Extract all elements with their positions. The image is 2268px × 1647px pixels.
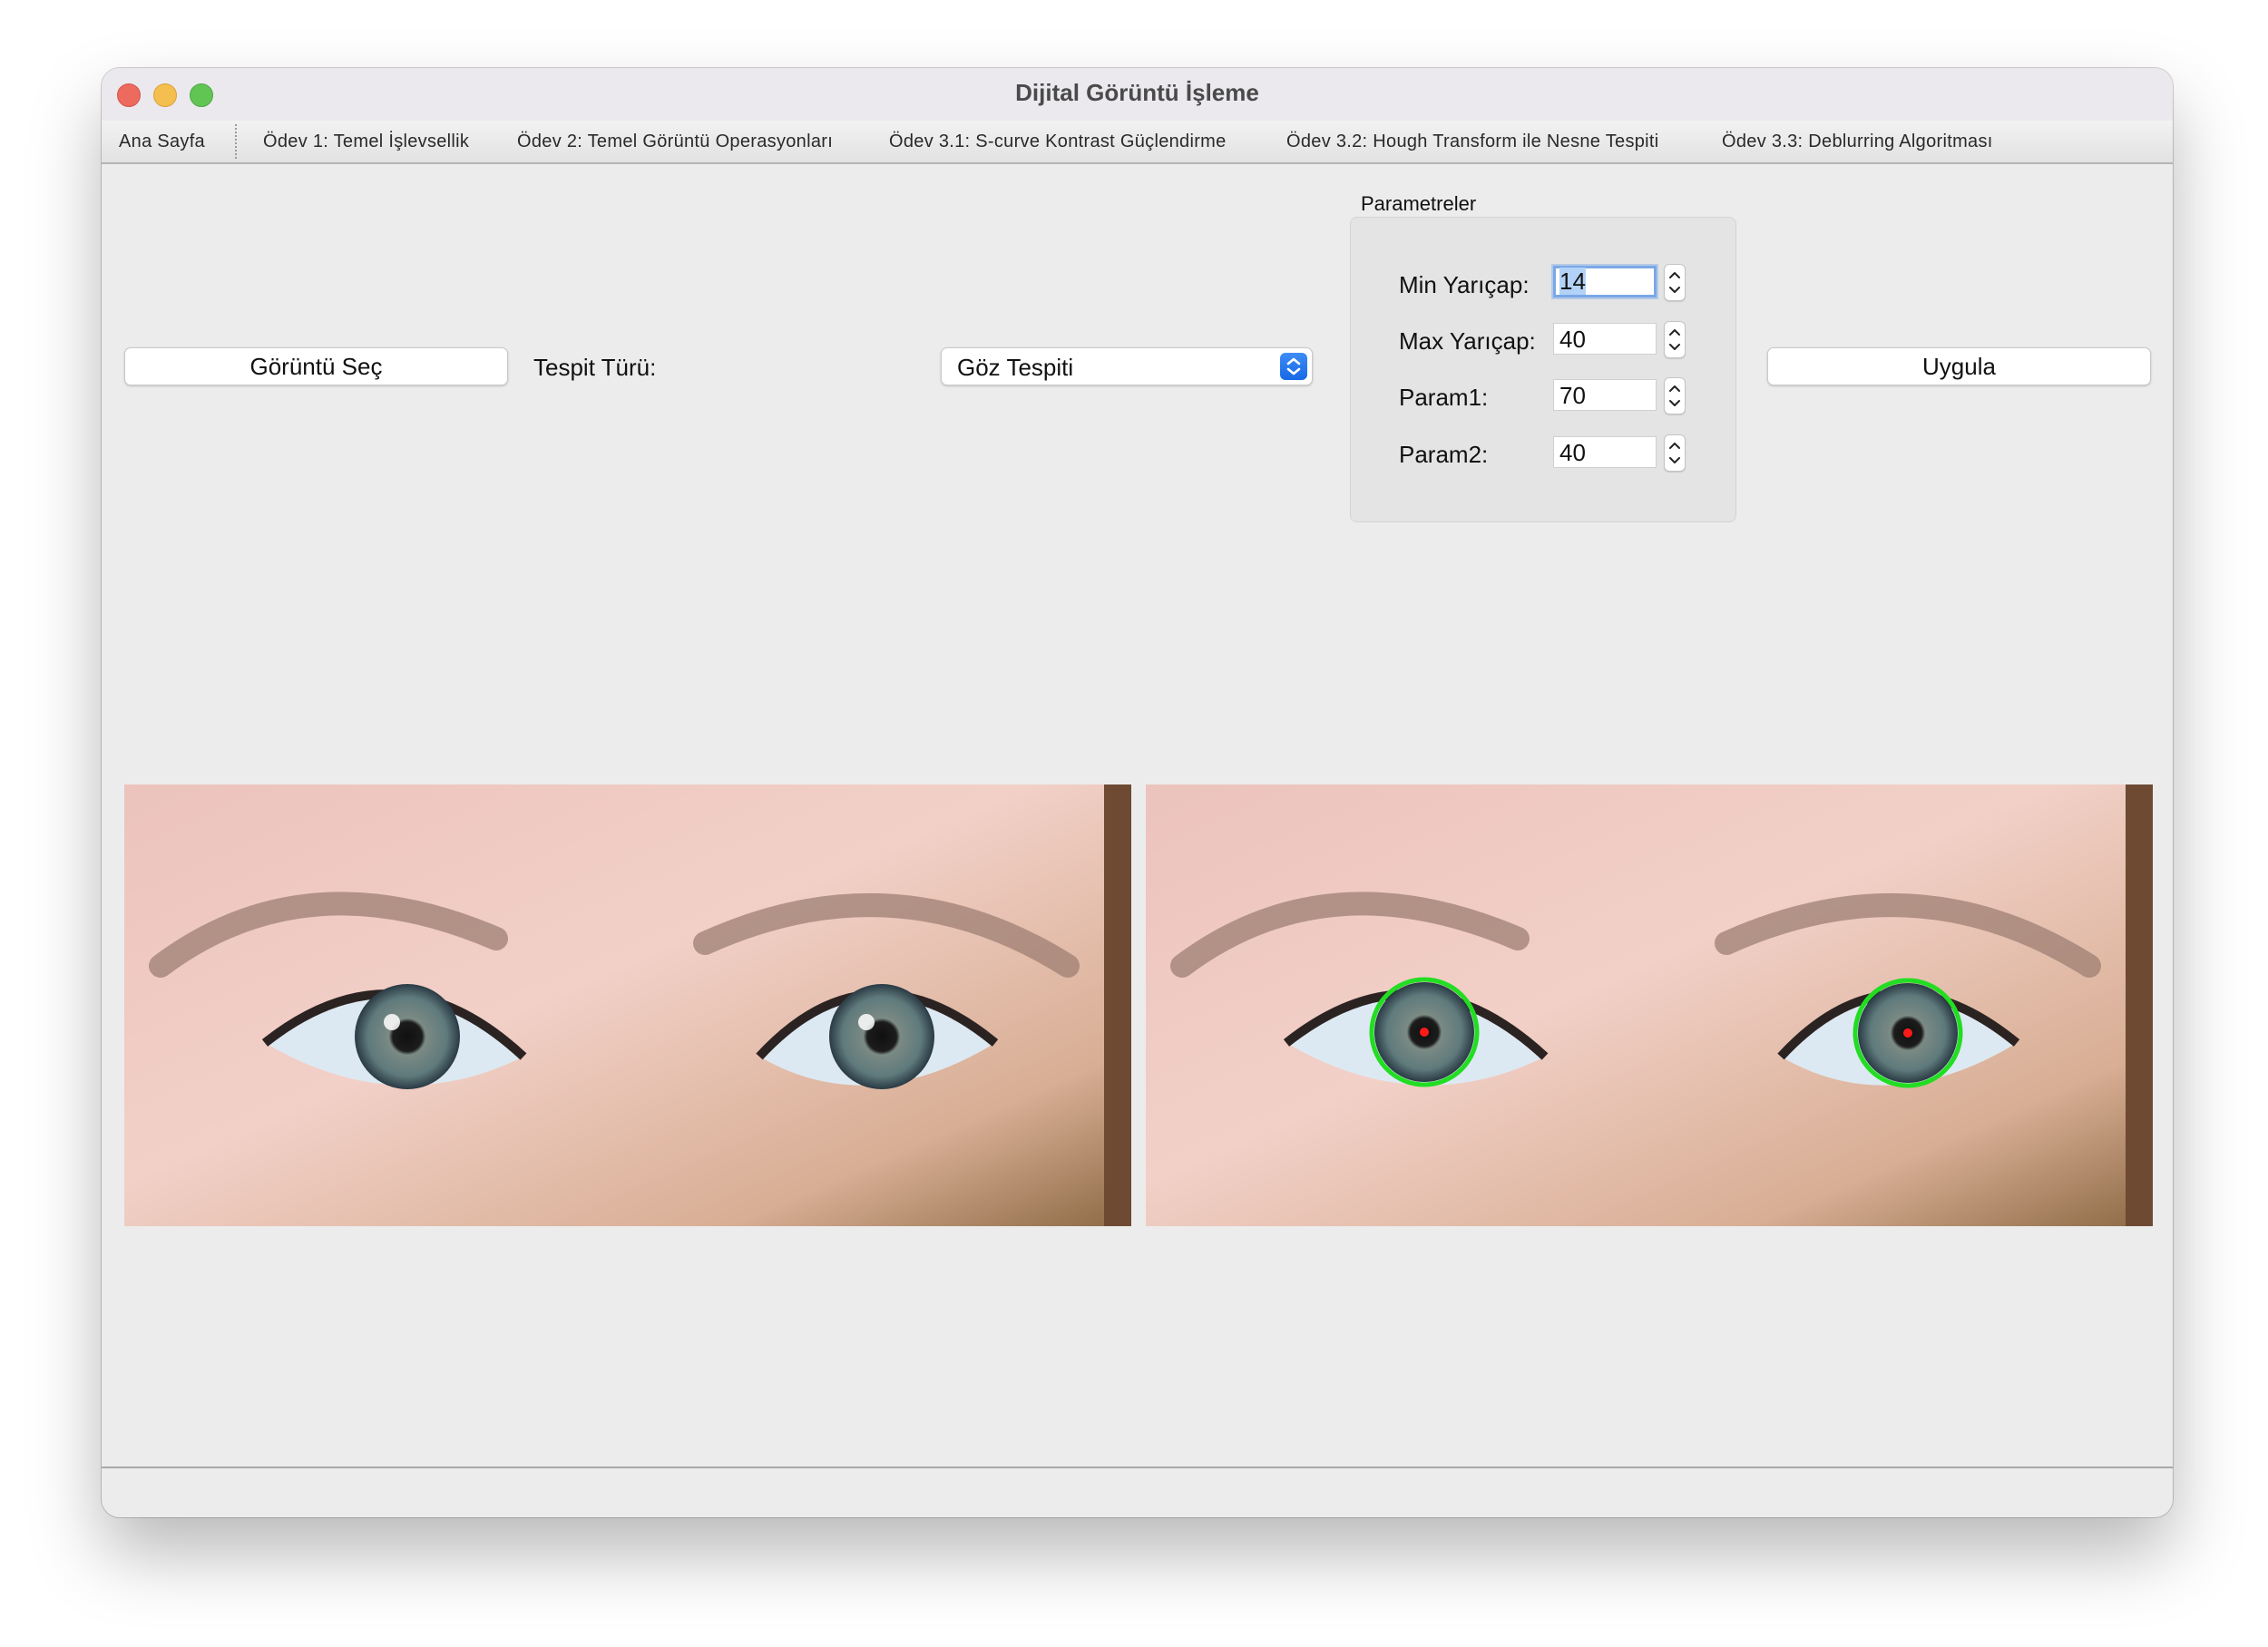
tab-odev-3-2[interactable]: Ödev 3.2: Hough Transform ile Nesne Tesp… xyxy=(1286,132,1659,152)
max-radius-input[interactable]: 40 xyxy=(1553,323,1657,355)
stepper-arrows-icon xyxy=(1669,443,1680,463)
min-radius-input[interactable]: 14 xyxy=(1553,266,1657,297)
detection-type-value: Göz Tespiti xyxy=(957,354,1074,381)
stepper-arrows-icon xyxy=(1669,385,1680,406)
tab-odev-1[interactable]: Ödev 1: Temel İşlevsellik xyxy=(263,132,469,152)
parameters-caption: Parametreler xyxy=(1361,192,1477,215)
detection-type-label: Tespit Türü: xyxy=(533,354,657,381)
window-title: Dijital Görüntü İşleme xyxy=(1015,79,1259,106)
stepper-arrows-icon xyxy=(1669,329,1680,350)
tab-ana-sayfa[interactable]: Ana Sayfa xyxy=(119,132,205,152)
max-radius-label: Max Yarıçap: xyxy=(1399,327,1536,355)
param2-label: Param2: xyxy=(1399,441,1489,468)
original-image xyxy=(124,785,1131,1226)
param1-stepper[interactable] xyxy=(1664,377,1686,414)
detection-center-right xyxy=(1903,1028,1912,1038)
tab-odev-3-3[interactable]: Ödev 3.3: Deblurring Algoritması xyxy=(1722,132,1993,152)
tab-odev-2[interactable]: Ödev 2: Temel Görüntü Operasyonları xyxy=(517,132,833,152)
param1-label: Param1: xyxy=(1399,384,1489,411)
tab-bar: Ana Sayfa Ödev 1: Temel İşlevsellik Ödev… xyxy=(102,121,2173,164)
select-chevron-icon xyxy=(1280,353,1307,380)
result-image xyxy=(1146,785,2153,1226)
detection-center-left xyxy=(1420,1028,1429,1037)
stepper-arrows-icon xyxy=(1669,272,1680,293)
min-radius-value: 14 xyxy=(1559,268,1586,295)
min-radius-label: Min Yarıçap: xyxy=(1399,271,1530,298)
title-bar: Dijital Görüntü İşleme xyxy=(102,68,2173,122)
max-radius-stepper[interactable] xyxy=(1664,321,1686,358)
tab-separator xyxy=(235,124,237,159)
apply-button[interactable]: Uygula xyxy=(1767,347,2151,385)
select-image-button[interactable]: Görüntü Seç xyxy=(124,347,508,385)
status-bar-divider xyxy=(102,1467,2173,1468)
param2-value: 40 xyxy=(1559,439,1586,466)
parameters-group xyxy=(1350,217,1736,522)
detection-type-select[interactable]: Göz Tespiti xyxy=(941,347,1313,385)
min-radius-stepper[interactable] xyxy=(1664,264,1686,301)
param2-stepper[interactable] xyxy=(1664,434,1686,472)
param1-value: 70 xyxy=(1559,382,1586,409)
app-window: Dijital Görüntü İşleme Ana Sayfa Ödev 1:… xyxy=(102,68,2173,1517)
param2-input[interactable]: 40 xyxy=(1553,436,1657,468)
param1-input[interactable]: 70 xyxy=(1553,379,1657,411)
tab-odev-3-1[interactable]: Ödev 3.1: S-curve Kontrast Güçlendirme xyxy=(889,132,1227,152)
max-radius-value: 40 xyxy=(1559,326,1586,353)
